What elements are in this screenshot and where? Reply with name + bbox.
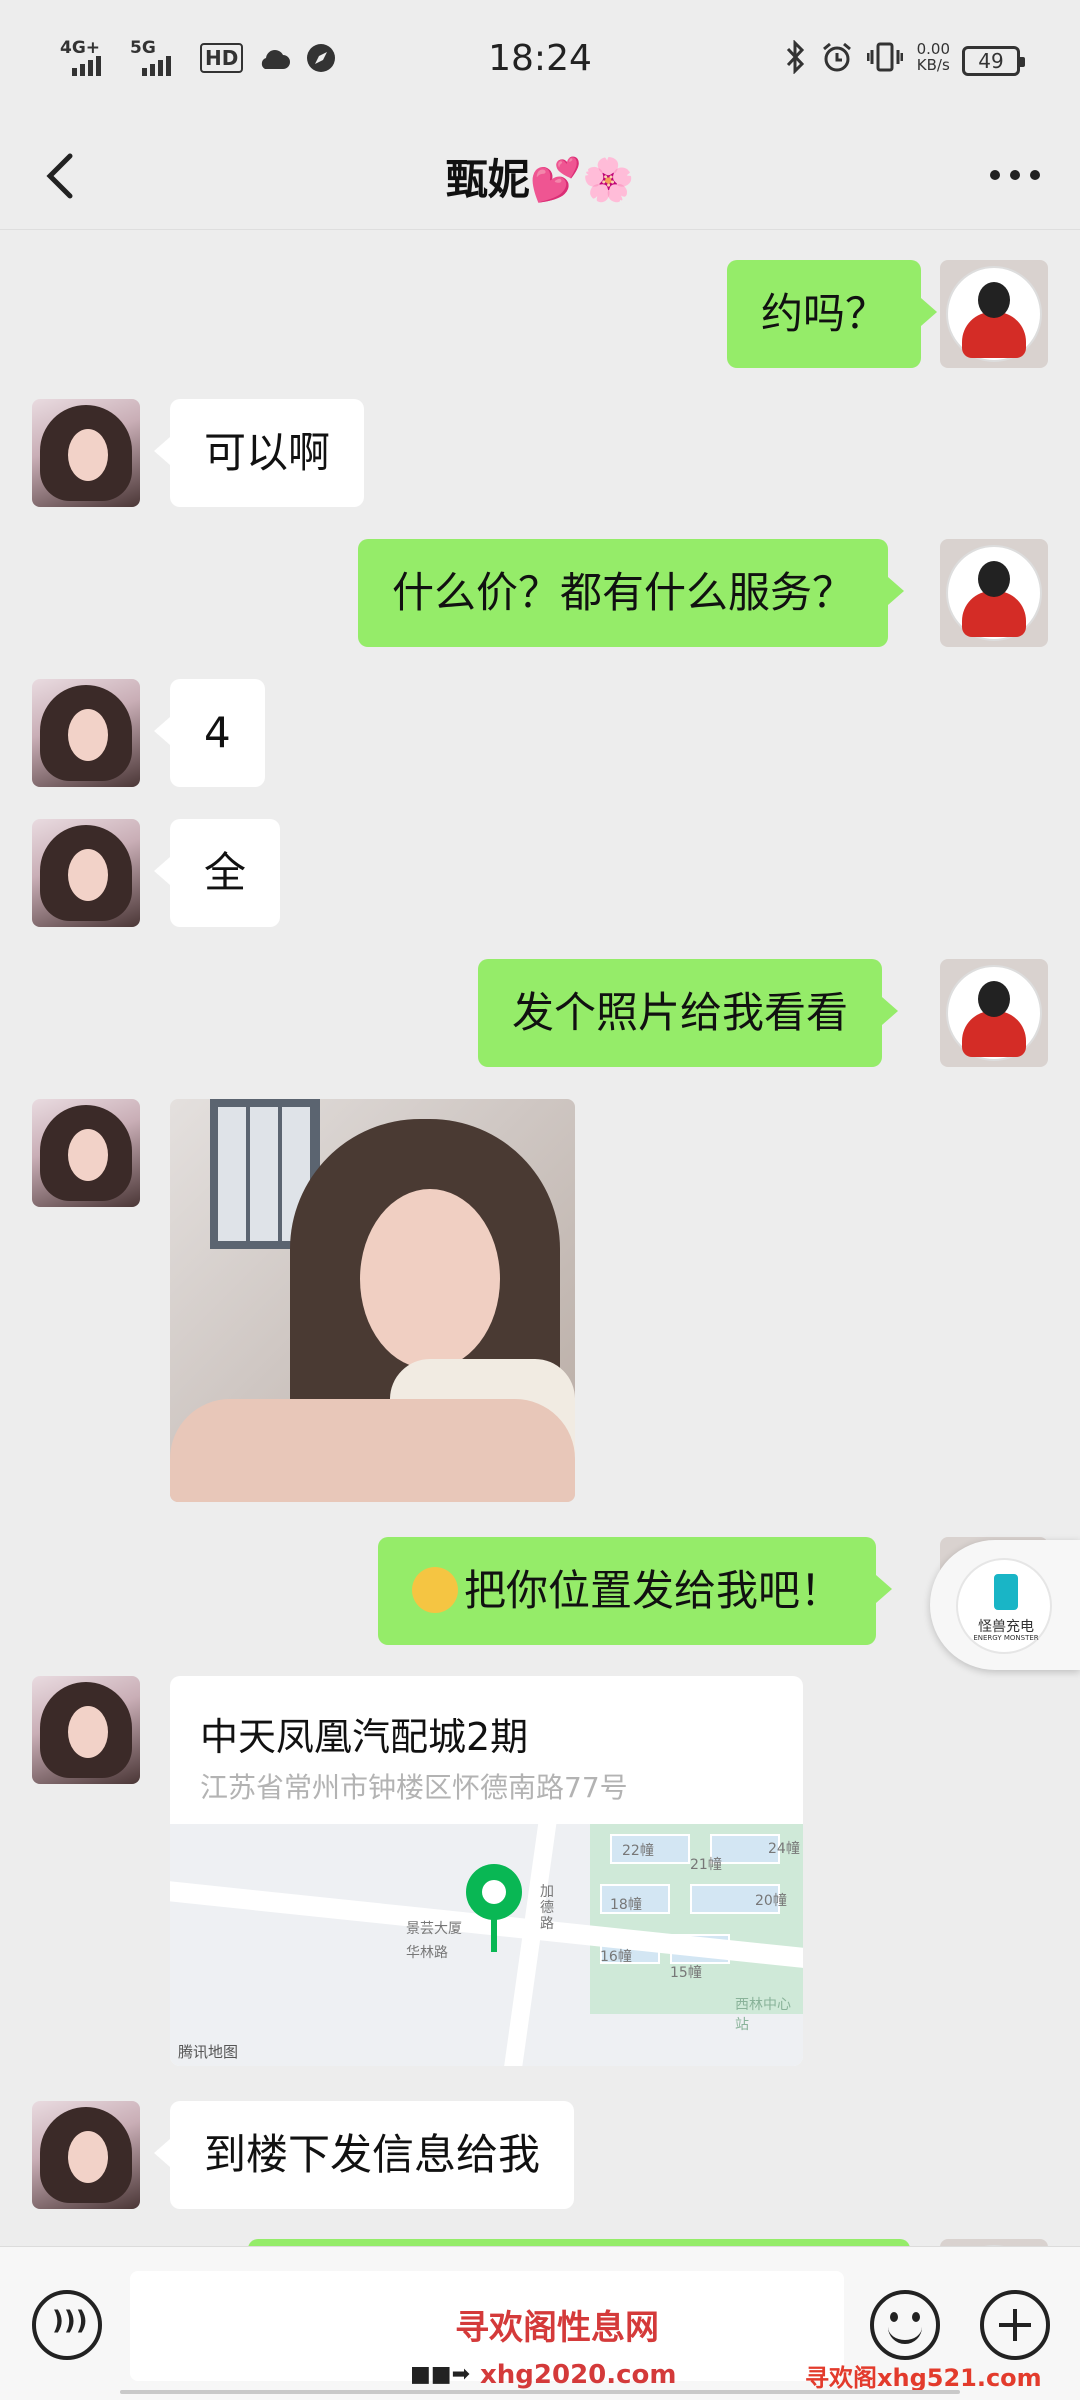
- widget-subtitle: ENERGY MONSTER: [973, 1634, 1039, 1642]
- map-label: 18幢: [610, 1897, 642, 1913]
- alarm-icon: [822, 42, 851, 72]
- net-speed-value: 0.00: [916, 40, 950, 58]
- chat-title: 甄妮💕🌸: [445, 155, 635, 204]
- more-options-icon[interactable]: [990, 170, 1040, 180]
- my-avatar[interactable]: [940, 2239, 1048, 2246]
- contact-avatar[interactable]: [32, 399, 140, 507]
- location-name: 中天凤凰汽配城2期: [200, 1715, 529, 1759]
- home-indicator[interactable]: [120, 2390, 960, 2394]
- message-bubble-received[interactable]: 全: [153, 819, 281, 927]
- message-bubble-sent[interactable]: 发个照片给我看看: [478, 959, 899, 1067]
- message-bubble-sent[interactable]: 什么价？都有什么服务？: [358, 539, 905, 647]
- plus-icon[interactable]: [980, 2290, 1050, 2360]
- watermark-text: 寻欢阁性息网: [455, 2308, 659, 2348]
- message-text: 把你位置发给我吧！: [464, 1566, 843, 1615]
- contact-avatar[interactable]: [32, 1676, 140, 1784]
- widget-title: 怪兽充电: [978, 1619, 1034, 1635]
- watermark-url-2: 寻欢阁xhg521.com: [805, 2364, 1042, 2392]
- map-label: 20幢: [755, 1893, 787, 1909]
- arrow-icon: ■■➡: [410, 2362, 471, 2387]
- status-right: 0.00 KB/s: [785, 40, 950, 74]
- map-source-label: 腾讯地图: [178, 2043, 239, 2061]
- map-label: 24幢: [768, 1841, 800, 1857]
- net-speed-unit: KB/s: [916, 56, 950, 74]
- bluetooth-icon: [786, 40, 804, 74]
- contact-avatar[interactable]: [32, 679, 140, 787]
- status-bar: 4G+ 5G HD 18:24 0.00 KB/s 49: [0, 0, 1080, 120]
- map-label: 22幢: [622, 1843, 654, 1859]
- my-avatar[interactable]: [940, 260, 1048, 368]
- battery-charge-icon: 怪兽充电 ENERGY MONSTER: [956, 1558, 1052, 1654]
- message-bubble-received[interactable]: 4: [154, 679, 265, 787]
- map-label: 15幢: [670, 1965, 702, 1981]
- my-avatar[interactable]: [940, 959, 1048, 1067]
- contact-avatar[interactable]: [32, 1099, 140, 1207]
- contact-avatar[interactable]: [32, 819, 140, 927]
- location-card[interactable]: 中天凤凰汽配城2期 江苏省常州市钟楼区怀德南路77号 景芸大厦 华林路 加德路 …: [170, 1676, 803, 2066]
- map-label: 华林路: [406, 1945, 448, 1961]
- charging-widget[interactable]: 怪兽充电 ENERGY MONSTER: [930, 1540, 1080, 1670]
- message-list[interactable]: 约吗？ 可以啊 什么价？都有什么服务？ 4 全 发个照片给我看看 把你位置发给我…: [0, 231, 1080, 2246]
- location-map[interactable]: 景芸大厦 华林路 加德路 22幢 21幢 18幢 16幢 15幢 20幢 24幢…: [170, 1824, 803, 2066]
- map-label: 西林中心站: [735, 1997, 791, 2033]
- my-avatar[interactable]: [940, 539, 1048, 647]
- emoji-icon[interactable]: [870, 2290, 940, 2360]
- message-bubble-received[interactable]: 到楼下发信息给我: [153, 2101, 575, 2209]
- contact-avatar[interactable]: [32, 2101, 140, 2209]
- message-bubble-received[interactable]: 可以啊: [153, 399, 365, 507]
- vibrate-icon: [866, 42, 903, 72]
- message-bubble-sent-partial[interactable]: [248, 2239, 910, 2246]
- net-speed: 0.00 KB/s: [917, 41, 950, 73]
- watermark-url: xhg2020.com: [480, 2360, 677, 2390]
- battery-icon: 49: [962, 46, 1025, 76]
- image-message[interactable]: [170, 1099, 575, 1502]
- map-label: 21幢: [690, 1857, 722, 1873]
- message-bubble-sent[interactable]: 把你位置发给我吧！: [378, 1537, 893, 1645]
- map-label: 16幢: [600, 1949, 632, 1965]
- location-address: 江苏省常州市钟楼区怀德南路77号: [200, 1771, 628, 1804]
- map-pin-icon: [466, 1864, 522, 1920]
- ok-hand-emoji-icon: [412, 1566, 458, 1613]
- map-label: 加德路: [540, 1884, 554, 1932]
- chat-header: 甄妮💕🌸: [0, 120, 1080, 230]
- message-bubble-sent[interactable]: 约吗？: [727, 260, 938, 368]
- map-label: 景芸大厦: [406, 1921, 462, 1937]
- voice-input-icon[interactable]: [32, 2290, 102, 2360]
